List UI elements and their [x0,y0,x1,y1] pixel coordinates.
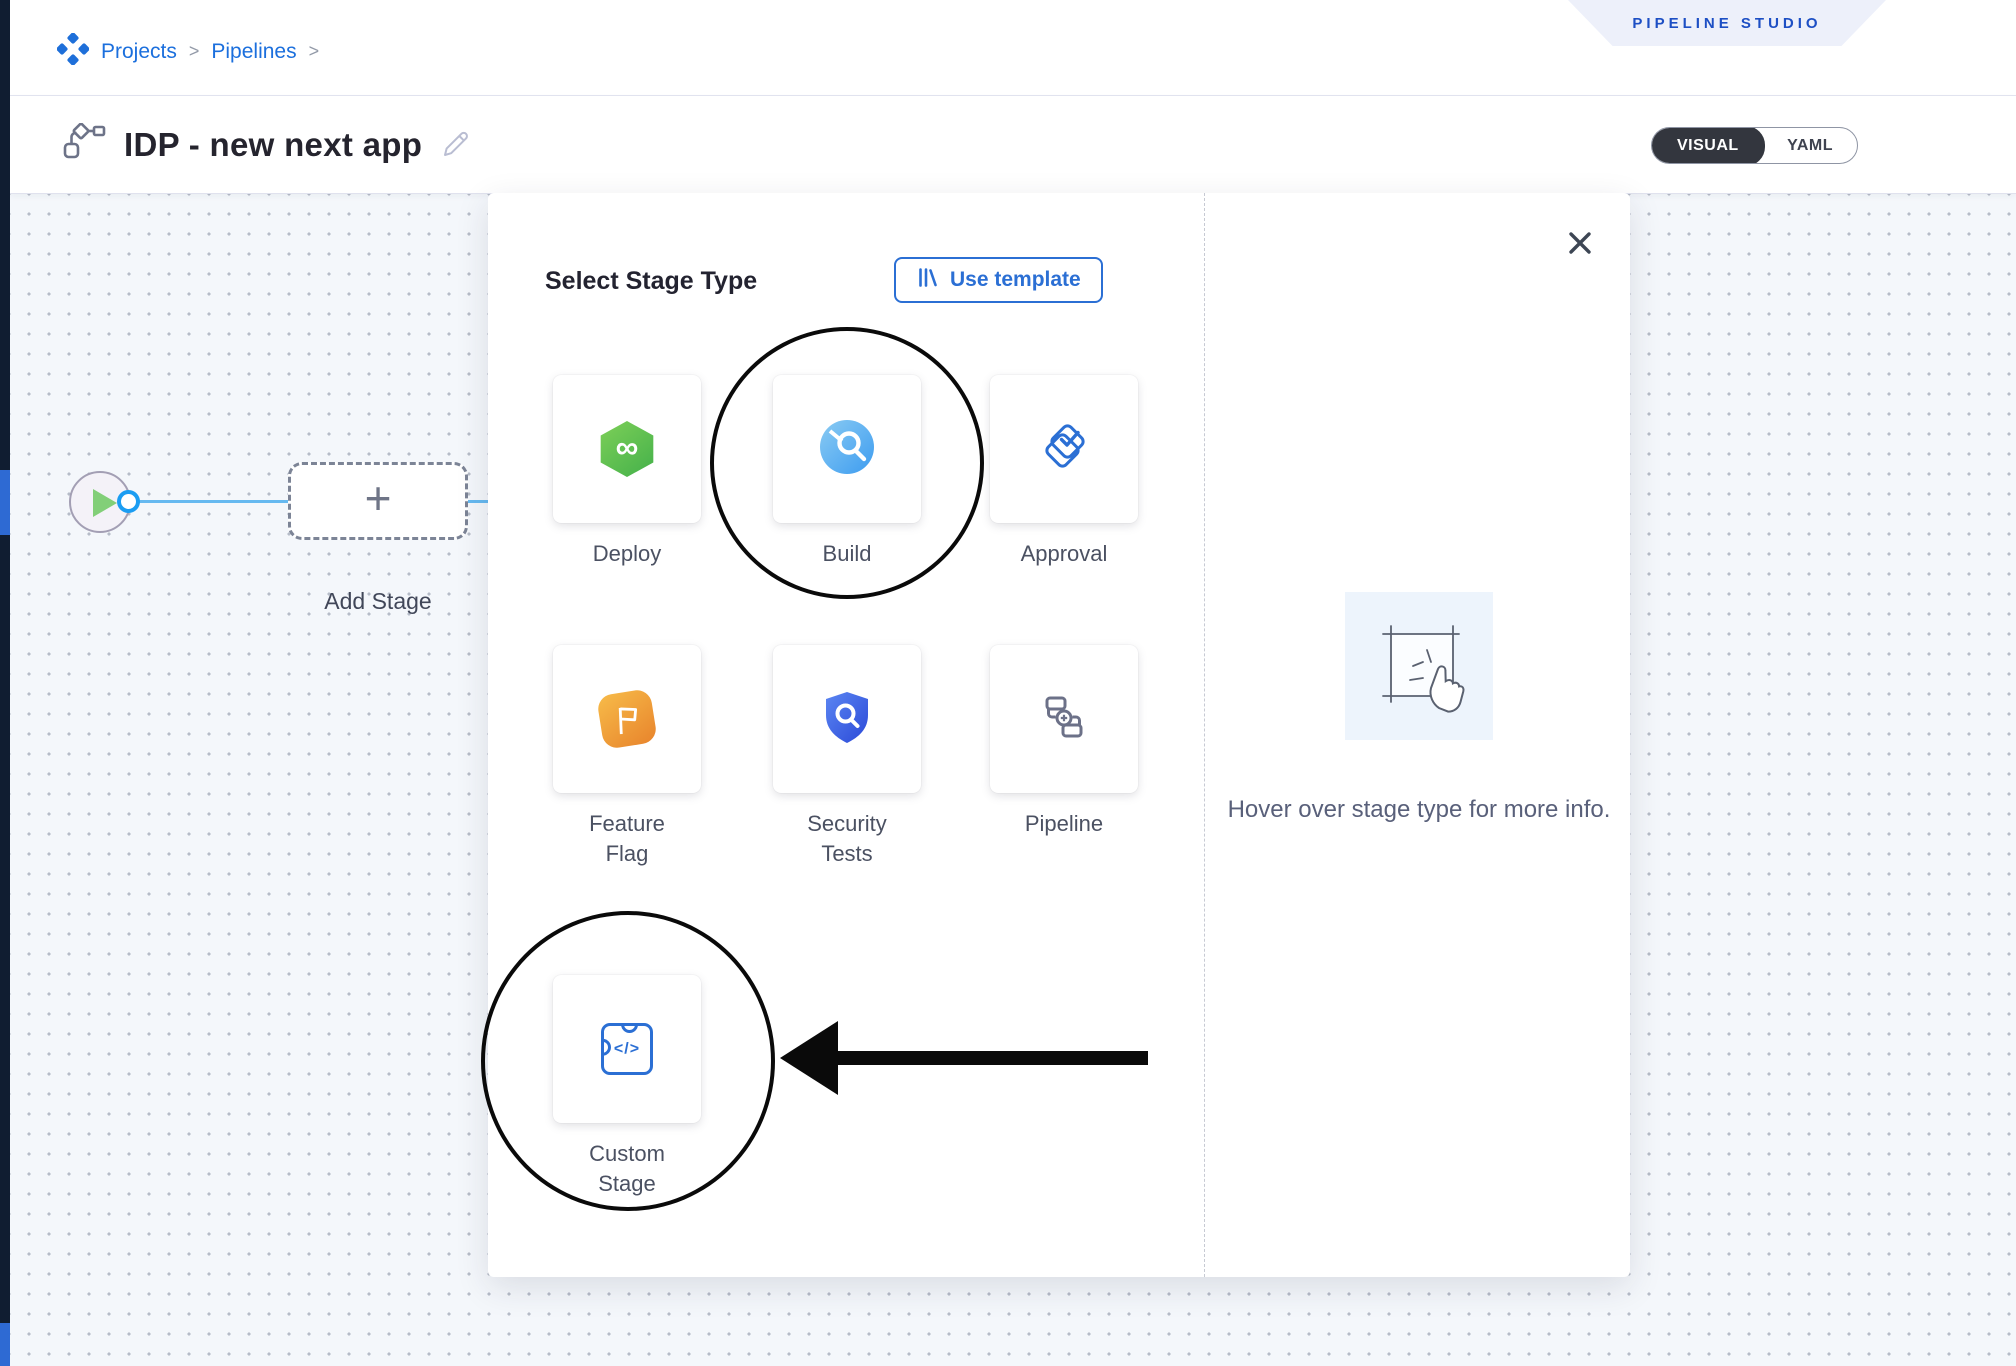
stage-label: Feature Flag [566,809,688,868]
close-icon[interactable] [1564,227,1596,259]
toggle-yaml[interactable]: YAML [1763,127,1857,164]
code-glyph: </> [604,1041,650,1059]
approval-check-icon [1035,418,1093,481]
stage-type-build: Build [773,375,921,569]
stage-type-feature-flag: Feature Flag [553,645,701,868]
build-ci-icon [818,418,876,481]
template-library-icon [916,266,939,295]
pipeline-studio-badge-label: PIPELINE STUDIO [1632,15,1821,32]
stage-type-security-tests: Security Tests [773,645,921,868]
deploy-cd-icon: ∞ [599,421,655,477]
use-template-button[interactable]: Use template [894,257,1103,303]
infinity-glyph: ∞ [616,429,639,466]
breadcrumb-pipelines[interactable]: Pipelines [211,40,296,64]
stage-type-approval: Approval [990,375,1138,569]
breadcrumb-separator: > [189,41,200,62]
feature-flag-card[interactable] [553,645,701,793]
stage-type-custom-stage: </> Custom Stage [553,975,701,1198]
info-panel-text: Hover over stage type for more info. [1219,791,1619,828]
stamp-notch [621,1023,638,1033]
custom-stage-code-icon: </> [601,1023,653,1075]
hover-hand-illustration [1345,592,1493,740]
nav-rail-bottom-item[interactable] [0,1323,10,1366]
build-card[interactable] [773,375,921,523]
feature-flag-icon [596,688,658,750]
breadcrumb-projects[interactable]: Projects [101,40,177,64]
breadcrumb-bar: Projects > Pipelines > PIPELINE STUDIO [10,0,2016,95]
custom-stage-card[interactable]: </> [553,975,701,1123]
start-node-connector[interactable] [117,490,140,513]
title-bar: IDP - new next app VISUAL YAML [10,96,2016,193]
pipeline-card[interactable] [990,645,1138,793]
nav-rail[interactable] [0,0,10,1366]
stage-label: Approval [1021,539,1108,569]
stage-type-deploy: ∞ Deploy [553,375,701,569]
add-stage-label: Add Stage [288,588,468,615]
use-template-label: Use template [950,268,1081,292]
pipeline-edge [138,500,290,503]
stage-label: Build [823,539,872,569]
page-title: IDP - new next app [124,126,422,164]
add-stage-button[interactable]: + [288,462,468,540]
security-shield-icon [819,688,875,751]
stage-label: Deploy [593,539,661,569]
play-icon [93,489,117,517]
toggle-visual[interactable]: VISUAL [1651,127,1764,164]
pipeline-studio-badge: PIPELINE STUDIO [1568,0,1886,46]
approval-card[interactable] [990,375,1138,523]
edit-title-pencil-icon[interactable] [440,127,470,162]
stage-label: Custom Stage [566,1139,688,1198]
visual-yaml-toggle: VISUAL YAML [1651,127,1858,164]
nav-rail-active-item[interactable] [0,470,10,535]
stage-label: Pipeline [1025,809,1103,839]
modal-heading: Select Stage Type [545,267,757,296]
plus-icon: + [365,471,392,525]
deploy-card[interactable]: ∞ [553,375,701,523]
pipeline-studio-page: Projects > Pipelines > PIPELINE STUDIO I… [0,0,2016,1366]
stage-label: Security Tests [786,809,908,868]
breadcrumb-separator: > [309,41,320,62]
modal-section-divider [1204,193,1205,1277]
breadcrumb: Projects > Pipelines > [57,33,319,70]
pipeline-flowchart-icon [60,123,106,166]
harness-logo-icon[interactable] [57,33,89,70]
security-tests-card[interactable] [773,645,921,793]
stage-type-pipeline: Pipeline [990,645,1138,839]
select-stage-type-modal: Select Stage Type Use template ∞ Deploy [488,193,1630,1277]
pipeline-chain-icon [1036,689,1092,750]
